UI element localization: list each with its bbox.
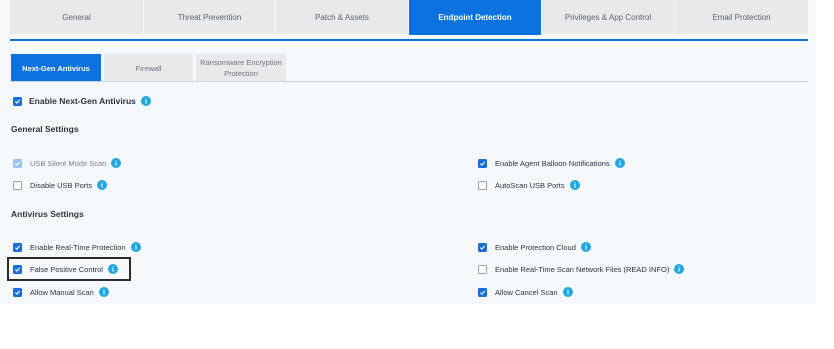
check-icon [15, 245, 21, 250]
tab-divider [10, 39, 808, 41]
general-settings-heading: General Settings [11, 124, 79, 134]
info-icon[interactable] [130, 242, 141, 252]
info-icon[interactable] [562, 287, 573, 297]
tab-endpoint-detection[interactable]: Endpoint Detection [409, 0, 541, 35]
tab-threat-prevention[interactable]: Threat Prevention [144, 0, 275, 34]
info-icon[interactable] [140, 96, 151, 106]
usb-silent-row: USB Silent Mode Scan [13, 157, 122, 169]
antivirus-settings-heading: Antivirus Settings [11, 209, 84, 219]
autoscan-usb-label: AutoScan USB Ports [495, 180, 565, 190]
check-icon [480, 161, 486, 166]
realtime-protection-row: Enable Real-Time Protection [13, 241, 141, 253]
info-icon[interactable] [98, 287, 109, 297]
manual-scan-row: Allow Manual Scan [13, 286, 109, 298]
tab-privileges-app-control[interactable]: Privileges & App Control [542, 0, 674, 34]
check-icon [480, 245, 486, 250]
manual-scan-checkbox[interactable] [13, 287, 22, 297]
usb-silent-label: USB Silent Mode Scan [30, 158, 107, 168]
realtime-protection-checkbox[interactable] [13, 242, 22, 252]
protection-cloud-row: Enable Protection Cloud [478, 241, 591, 253]
cancel-scan-checkbox[interactable] [478, 287, 487, 297]
manual-scan-label: Allow Manual Scan [30, 287, 94, 297]
info-icon[interactable] [569, 180, 580, 190]
enable-ngav-label: Enable Next-Gen Antivirus [29, 96, 136, 106]
protection-cloud-checkbox[interactable] [478, 242, 487, 252]
agent-balloon-checkbox[interactable] [478, 158, 487, 168]
autoscan-usb-checkbox[interactable] [478, 180, 487, 190]
tab-email-protection[interactable]: Email Protection [675, 0, 808, 34]
subtab-ransomware-encryption-protection[interactable]: Ransomware Encryption Protection [196, 54, 286, 82]
cancel-scan-row: Allow Cancel Scan [478, 286, 573, 298]
enable-ngav-row: Enable Next-Gen Antivirus [13, 95, 151, 107]
agent-balloon-label: Enable Agent Balloon Notifications [495, 158, 610, 168]
tab-patch-assets[interactable]: Patch & Assets [276, 0, 408, 34]
protection-cloud-label: Enable Protection Cloud [495, 242, 576, 252]
highlight-box [7, 257, 131, 281]
info-icon[interactable] [97, 180, 108, 190]
check-icon [15, 99, 21, 104]
network-files-checkbox[interactable] [478, 264, 487, 274]
realtime-protection-label: Enable Real-Time Protection [30, 242, 126, 252]
network-files-label: Enable Real-Time Scan Network Files (REA… [495, 264, 670, 274]
subtab-firewall[interactable]: Firewall [104, 54, 193, 82]
info-icon[interactable] [614, 158, 625, 168]
info-icon[interactable] [580, 242, 591, 252]
agent-balloon-row: Enable Agent Balloon Notifications [478, 157, 625, 169]
usb-silent-checkbox[interactable] [13, 158, 22, 168]
check-icon [480, 290, 486, 295]
autoscan-usb-row: AutoScan USB Ports [478, 179, 580, 191]
network-files-row: Enable Real-Time Scan Network Files (REA… [478, 263, 685, 275]
disable-usb-label: Disable USB Ports [30, 180, 93, 190]
check-icon [15, 161, 21, 166]
check-icon [15, 290, 21, 295]
info-icon[interactable] [111, 158, 122, 168]
info-icon[interactable] [674, 264, 685, 274]
tab-general[interactable]: General [10, 0, 143, 34]
subtab-divider [10, 81, 808, 82]
disable-usb-checkbox[interactable] [13, 180, 22, 190]
subtab-next-gen-antivirus[interactable]: Next-Gen Antivirus [11, 54, 101, 82]
enable-ngav-checkbox[interactable] [13, 96, 22, 106]
cancel-scan-label: Allow Cancel Scan [495, 287, 558, 297]
disable-usb-row: Disable USB Ports [13, 179, 108, 191]
